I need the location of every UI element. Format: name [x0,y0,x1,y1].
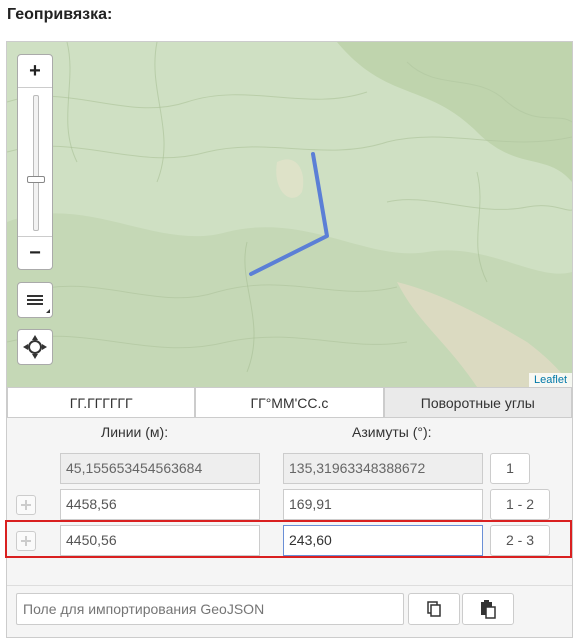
tab-decimal-degrees[interactable]: ГГ.ГГГГГГ [7,387,196,418]
line-field-1[interactable]: 45,155653454563684 [60,453,260,484]
zoom-slider-track[interactable] [33,95,39,231]
map-terrain [7,42,572,387]
section-title: Геопривязка: [7,6,113,23]
locate-button[interactable] [17,329,53,365]
layers-button[interactable] [17,282,53,318]
azimuths-header: Азимуты (°): [352,424,432,440]
menu-icon [27,295,50,313]
zoom-out-button[interactable]: − [18,236,52,269]
tab-dms[interactable]: ГГ°ММ'СС.с [195,387,384,418]
lines-header: Линии (м): [101,424,169,440]
azimuth-field-1[interactable]: 135,31963348388672 [283,453,483,484]
tab-turning-angles[interactable]: Поворотные углы [383,387,572,418]
coordinate-format-tabs: ГГ.ГГГГГГ ГГ°ММ'СС.с Поворотные углы [7,387,572,418]
add-row-button[interactable] [16,495,36,515]
crosshair-icon [23,335,47,359]
copy-button[interactable] [408,593,460,625]
paste-icon [481,600,496,619]
azimuth-field-2[interactable]: 169,91 [283,489,483,520]
line-field-3[interactable]: 4450,56 [60,525,260,556]
segment-label-2-3[interactable]: 2 - 3 [490,525,550,556]
map-view[interactable]: + − Leaflet [7,42,572,387]
copy-icon [427,601,441,617]
point-label-1[interactable]: 1 [490,453,530,484]
leaflet-attribution-link[interactable]: Leaflet [528,373,572,387]
geojson-input[interactable] [16,593,404,625]
paste-button[interactable] [462,593,514,625]
add-row-button[interactable] [16,531,36,551]
zoom-in-button[interactable]: + [18,55,52,88]
zoom-slider-handle[interactable] [27,176,45,184]
segment-label-1-2[interactable]: 1 - 2 [490,489,550,520]
divider [7,585,572,586]
zoom-control: + − [17,54,53,270]
line-field-2[interactable]: 4458,56 [60,489,260,520]
azimuth-field-3[interactable]: 243,60 [283,525,483,556]
